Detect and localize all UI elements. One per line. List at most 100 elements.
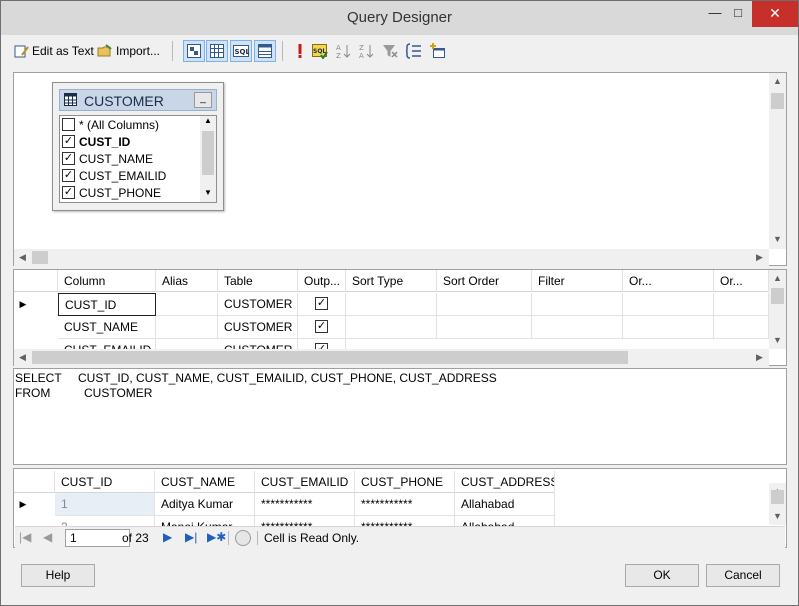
results-cell[interactable]: *********** xyxy=(255,493,355,516)
criteria-row-partial[interactable]: CUST_EMAILID CUSTOMER ✓ xyxy=(14,339,769,349)
first-record-icon[interactable]: |◀ xyxy=(19,530,31,544)
stop-icon[interactable] xyxy=(235,530,251,546)
previous-record-icon[interactable]: ◀ xyxy=(43,530,52,544)
results-header-cust-address[interactable]: CUST_ADDRESS xyxy=(455,471,555,493)
remove-filter-button[interactable] xyxy=(382,39,398,63)
results-cell[interactable]: Aditya Kumar xyxy=(155,493,255,516)
criteria-vertical-scrollbar[interactable]: ▲ ▼ xyxy=(769,270,786,349)
customer-table-box[interactable]: CUSTOMER _ * (All Columns) ✓ CUST_ID ✓ C… xyxy=(52,82,224,211)
output-checkbox[interactable]: ✓ xyxy=(315,297,328,310)
column-item-cust-name[interactable]: ✓ CUST_NAME xyxy=(62,150,153,167)
results-cell[interactable]: 1 xyxy=(55,493,155,516)
results-vertical-scrollbar[interactable]: ▲ ▼ xyxy=(769,483,786,525)
scroll-right-icon[interactable]: ▶ xyxy=(751,249,768,266)
results-cell[interactable]: 2 xyxy=(55,516,155,526)
scroll-up-icon[interactable]: ▲ xyxy=(200,116,216,130)
criteria-header-sort-order[interactable]: Sort Order xyxy=(437,270,532,292)
add-table-button[interactable] xyxy=(430,39,446,63)
cancel-button[interactable]: Cancel xyxy=(706,564,780,587)
scroll-down-icon[interactable]: ▼ xyxy=(200,188,216,202)
results-header-cust-phone[interactable]: CUST_PHONE xyxy=(355,471,455,493)
ok-button[interactable]: OK xyxy=(625,564,699,587)
results-header-cust-id[interactable]: CUST_ID xyxy=(55,471,155,493)
svg-text:Z: Z xyxy=(359,44,364,52)
results-cell[interactable]: *********** xyxy=(255,516,355,526)
criteria-horizontal-scrollbar[interactable]: ◀ ▶ xyxy=(14,349,769,366)
criteria-header-or2[interactable]: Or... xyxy=(714,270,769,292)
record-position-input[interactable]: 1 xyxy=(65,529,130,547)
sort-ascending-icon: AZ xyxy=(336,43,352,60)
results-cell[interactable]: *********** xyxy=(355,516,455,526)
cust-id-checkbox[interactable]: ✓ xyxy=(62,135,75,148)
criteria-cell-table[interactable]: CUSTOMER xyxy=(218,316,298,339)
help-button[interactable]: Help xyxy=(21,564,95,587)
import-button[interactable]: Import... xyxy=(97,39,160,63)
grid-pane-toggle[interactable] xyxy=(206,40,228,62)
collapse-table-button[interactable]: _ xyxy=(194,92,212,108)
criteria-header-column[interactable]: Column xyxy=(58,270,156,292)
sort-ascending-button[interactable]: AZ xyxy=(336,39,352,63)
edit-as-text-label: Edit as Text xyxy=(32,44,94,58)
sql-pane[interactable]: SELECT CUST_ID, CUST_NAME, CUST_EMAILID,… xyxy=(13,368,787,465)
new-record-icon[interactable]: ▶✱ xyxy=(207,530,226,544)
criteria-header-output[interactable]: Outp... xyxy=(298,270,346,292)
criteria-cell-column[interactable]: CUST_EMAILID xyxy=(58,339,156,349)
next-record-icon[interactable]: ▶ xyxy=(163,530,172,544)
diagram-horizontal-scrollbar[interactable]: ◀ ▶ xyxy=(14,249,769,266)
scroll-down-icon[interactable]: ▼ xyxy=(769,508,786,525)
scroll-down-icon[interactable]: ▼ xyxy=(769,231,786,248)
use-group-by-button[interactable] xyxy=(405,39,422,63)
results-cell[interactable]: Allahabad xyxy=(455,516,555,526)
close-button[interactable]: ✕ xyxy=(752,1,798,27)
column-item-cust-emailid[interactable]: ✓ CUST_EMAILID xyxy=(62,167,166,184)
run-query-button[interactable] xyxy=(292,39,308,63)
diagram-pane-toggle[interactable] xyxy=(183,40,205,62)
diagram-vertical-scrollbar[interactable]: ▲ ▼ xyxy=(769,73,786,249)
column-item-cust-phone[interactable]: ✓ CUST_PHONE xyxy=(62,184,161,201)
criteria-cell-column[interactable]: CUST_ID xyxy=(58,293,156,316)
scroll-down-icon[interactable]: ▼ xyxy=(769,332,786,349)
criteria-cell-output[interactable]: ✓ xyxy=(298,293,346,316)
results-header-cust-name[interactable]: CUST_NAME xyxy=(155,471,255,493)
maximize-button[interactable]: □ xyxy=(723,1,753,27)
cust-emailid-checkbox[interactable]: ✓ xyxy=(62,169,75,182)
scroll-left-icon[interactable]: ◀ xyxy=(14,249,31,266)
results-header-cust-emailid[interactable]: CUST_EMAILID xyxy=(255,471,355,493)
scroll-right-icon[interactable]: ▶ xyxy=(751,349,768,366)
criteria-row[interactable]: CUST_NAME CUSTOMER ✓ xyxy=(14,316,769,339)
criteria-cell-output[interactable]: ✓ xyxy=(298,316,346,339)
criteria-cell-table[interactable]: CUSTOMER xyxy=(218,293,298,316)
last-record-icon[interactable]: ▶| xyxy=(185,530,197,544)
cust-name-checkbox[interactable]: ✓ xyxy=(62,152,75,165)
results-row[interactable]: ▶ 1 Aditya Kumar *********** ***********… xyxy=(14,493,555,516)
column-list-scrollbar[interactable]: ▲ ▼ xyxy=(200,116,216,202)
criteria-row[interactable]: ▶ CUST_ID CUSTOMER ✓ xyxy=(14,293,769,316)
results-cell[interactable]: Manoj Kumar xyxy=(155,516,255,526)
scroll-up-icon[interactable]: ▲ xyxy=(769,73,786,90)
criteria-cell-column[interactable]: CUST_NAME xyxy=(58,316,156,339)
criteria-cell-alias[interactable] xyxy=(156,293,218,316)
scroll-up-icon[interactable]: ▲ xyxy=(769,270,786,287)
column-item-all[interactable]: * (All Columns) xyxy=(62,116,159,133)
sort-descending-button[interactable]: ZA xyxy=(359,39,375,63)
criteria-header-or1[interactable]: Or... xyxy=(623,270,714,292)
table-box-header[interactable]: CUSTOMER _ xyxy=(59,89,217,111)
results-row-partial[interactable]: 2 Manoj Kumar *********** *********** Al… xyxy=(14,516,555,526)
column-item-cust-id[interactable]: ✓ CUST_ID xyxy=(62,133,130,150)
results-cell[interactable]: *********** xyxy=(355,493,455,516)
criteria-header-alias[interactable]: Alias xyxy=(156,270,218,292)
criteria-header-filter[interactable]: Filter xyxy=(532,270,623,292)
all-columns-checkbox[interactable] xyxy=(62,118,75,131)
results-cell[interactable]: Allahabad xyxy=(455,493,555,516)
scroll-left-icon[interactable]: ◀ xyxy=(14,349,31,366)
edit-as-text-button[interactable]: Edit as Text xyxy=(13,39,94,63)
criteria-header-sort-type[interactable]: Sort Type xyxy=(346,270,437,292)
output-checkbox[interactable]: ✓ xyxy=(315,320,328,333)
criteria-cell-alias[interactable] xyxy=(156,316,218,339)
criteria-header-table[interactable]: Table xyxy=(218,270,298,292)
verify-sql-button[interactable]: SQL xyxy=(312,39,328,63)
results-pane-toggle[interactable] xyxy=(254,40,276,62)
cust-phone-checkbox[interactable]: ✓ xyxy=(62,186,75,199)
sql-pane-toggle[interactable]: SQL xyxy=(230,40,252,62)
criteria-cell-table[interactable]: CUSTOMER xyxy=(218,339,298,349)
